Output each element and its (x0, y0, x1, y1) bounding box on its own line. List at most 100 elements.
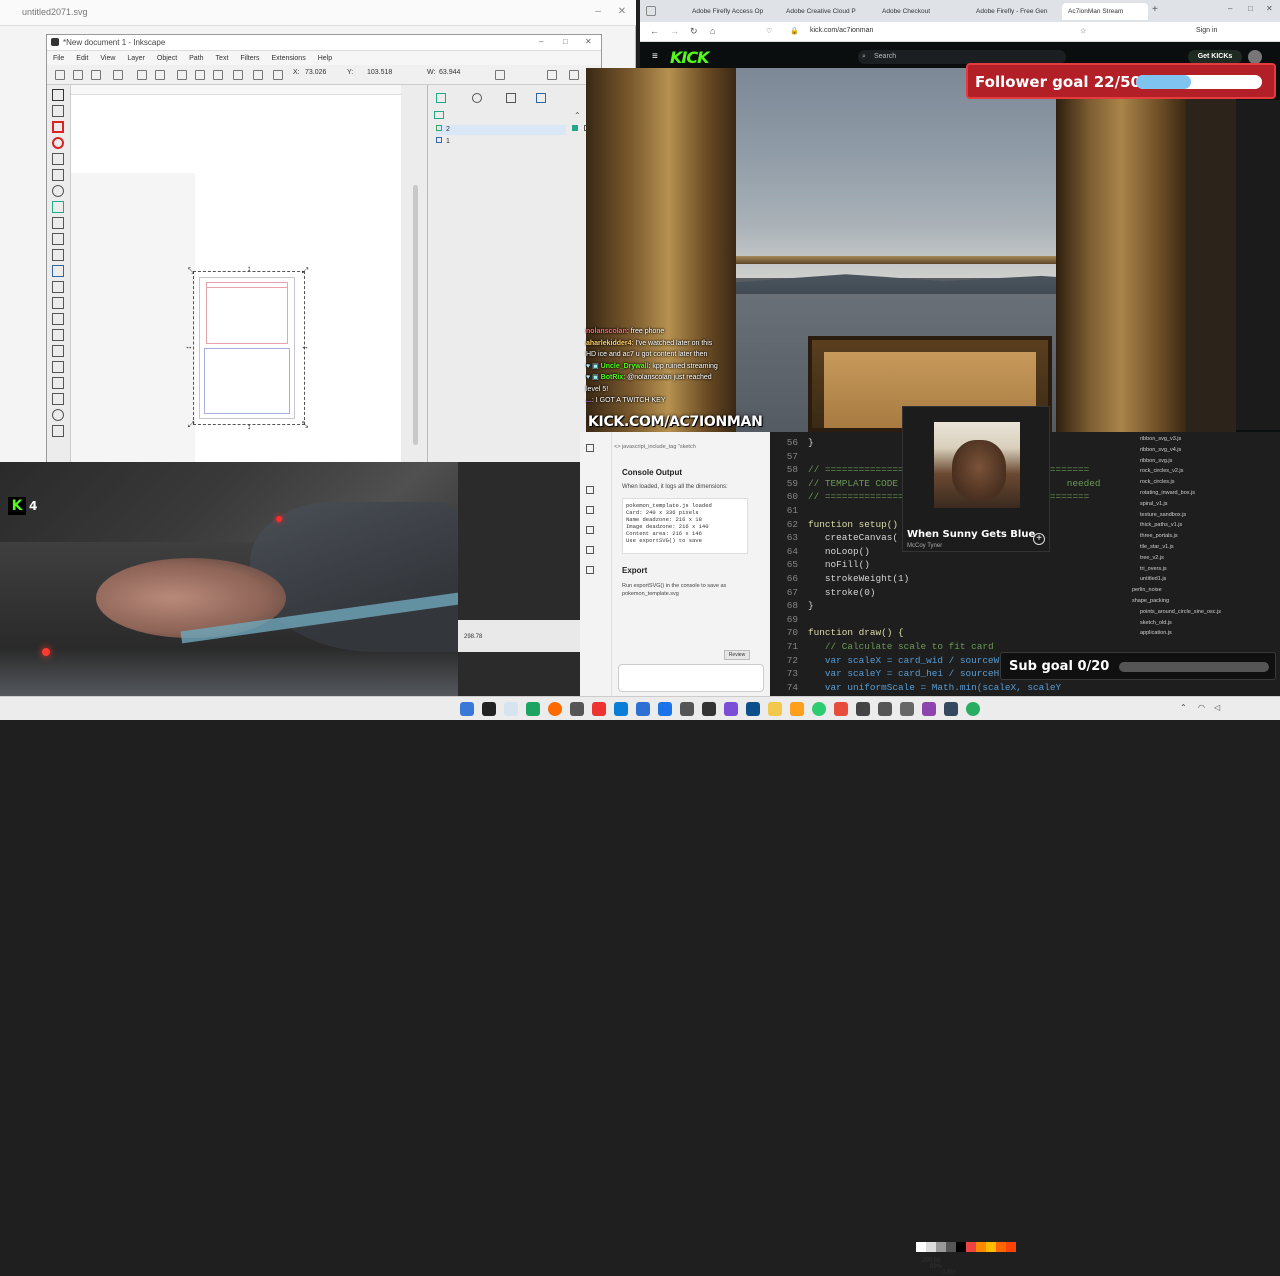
file-tree-item[interactable]: ribbon_svg_v4.js (1132, 447, 1181, 453)
content-area-rect[interactable] (204, 348, 290, 414)
tweak-tool-icon[interactable] (52, 329, 64, 341)
url-field[interactable]: kick.com/ac7ionman (810, 27, 873, 34)
wifi-icon[interactable]: ◠ (1198, 703, 1205, 712)
add-layer-icon[interactable] (436, 93, 446, 103)
layer-row[interactable]: 2 (436, 125, 566, 135)
pen-icon[interactable] (586, 486, 594, 494)
image-icon[interactable] (586, 526, 594, 534)
gradient-tool-icon[interactable] (52, 265, 64, 277)
attach-icon[interactable] (586, 444, 594, 452)
file-explorer-taskbar-icon[interactable] (768, 702, 782, 716)
text-icon[interactable] (586, 506, 594, 514)
add-icon[interactable]: + (1033, 533, 1045, 545)
new-object-icon[interactable] (434, 111, 444, 119)
distribute-icon[interactable] (273, 70, 283, 80)
flip-horizontal-icon[interactable] (137, 70, 147, 80)
ellipse-tool-icon[interactable] (52, 137, 64, 149)
kick-taskbar-icon[interactable] (482, 702, 496, 716)
file-tree-item[interactable]: perlin_noise (1132, 587, 1162, 593)
file-tree-item[interactable]: spiral_v1.js (1132, 501, 1168, 507)
tab-adobe-firefly-free[interactable]: Adobe Firefly - Free Gen (970, 3, 1060, 20)
image-deadzone-rect[interactable] (206, 282, 288, 344)
vscode-taskbar-icon[interactable] (614, 702, 628, 716)
scale-handle-ne[interactable]: ⤢ (301, 267, 309, 275)
review-button[interactable]: Review (724, 650, 750, 660)
code-line[interactable]: 72 var scaleX = card_wid / sourceW (776, 654, 1000, 668)
file-tree-item[interactable]: application.js (1132, 630, 1172, 636)
text-tool-icon[interactable] (52, 249, 64, 261)
align-right-icon[interactable] (253, 70, 263, 80)
align-center-icon[interactable] (233, 70, 243, 80)
app-taskbar-icon[interactable] (680, 702, 694, 716)
layer-row[interactable]: 1 (436, 137, 566, 147)
minimize-icon[interactable]: – (539, 37, 543, 46)
file-tree-item[interactable]: texture_sandbox.js (1132, 512, 1186, 518)
select-all-icon[interactable] (55, 70, 65, 80)
close-icon[interactable]: ✕ (585, 37, 592, 46)
flip-vertical-icon[interactable] (155, 70, 165, 80)
menu-edit[interactable]: Edit (76, 55, 88, 62)
lock-ratio-icon[interactable] (495, 70, 505, 80)
file-tree-item[interactable]: rock_circles_v2.js (1132, 468, 1183, 474)
code-line[interactable]: 65 noFill() (776, 558, 870, 572)
scale-handle-sw[interactable]: ⤢ (187, 421, 195, 429)
menu-view[interactable]: View (100, 55, 115, 62)
minimize-icon[interactable]: – (1228, 4, 1232, 13)
raise-to-top-icon[interactable] (177, 70, 187, 80)
align-left-icon[interactable] (213, 70, 223, 80)
code-line[interactable]: 62 function setup() { (776, 518, 910, 532)
code-line[interactable]: 64 noLoop() (776, 545, 870, 559)
eraser-tool-icon[interactable] (52, 361, 64, 373)
rotate-ccw-icon[interactable] (113, 70, 123, 80)
layers-icon[interactable] (586, 566, 594, 574)
code-line[interactable]: 70 function draw() { (776, 626, 904, 640)
bookmark-icon[interactable]: ☆ (1080, 27, 1086, 35)
tab-actions-icon[interactable] (646, 6, 656, 16)
app-taskbar-icon[interactable] (790, 702, 804, 716)
scale-handle-n[interactable]: ↕ (245, 265, 253, 273)
pages-tool-icon[interactable] (52, 425, 64, 437)
forward-icon[interactable]: → (670, 26, 679, 36)
menu-extensions[interactable]: Extensions (271, 55, 305, 62)
file-tree-item[interactable]: sketch_old.js (1132, 620, 1172, 626)
dropper-tool-icon[interactable] (52, 297, 64, 309)
app-taskbar-icon[interactable] (636, 702, 650, 716)
code-line[interactable]: 61 (776, 504, 808, 518)
scale-handle-e[interactable]: ↔ (301, 343, 309, 351)
code-line[interactable]: 73 var scaleY = card_hei / sourceH (776, 667, 1000, 681)
app-taskbar-icon[interactable] (900, 702, 914, 716)
selector-tool-icon[interactable] (52, 89, 64, 101)
code-line[interactable]: 68} (776, 599, 814, 613)
inkscape-taskbar-icon[interactable] (570, 702, 584, 716)
app-taskbar-icon[interactable] (724, 702, 738, 716)
canvas-scrollbar-vertical[interactable] (413, 185, 418, 445)
code-line[interactable]: 56} (776, 436, 814, 450)
refresh-icon[interactable] (569, 70, 579, 80)
avatar[interactable] (1248, 50, 1262, 64)
volume-icon[interactable]: ◁ (1214, 703, 1220, 712)
code-line[interactable]: 66 strokeWeight(1) (776, 572, 910, 586)
app-taskbar-icon[interactable] (922, 702, 936, 716)
app-taskbar-icon[interactable] (834, 702, 848, 716)
menu-filters[interactable]: Filters (240, 55, 259, 62)
code-line[interactable]: 67 stroke(0) (776, 586, 876, 600)
spray-tool-icon[interactable] (52, 345, 64, 357)
back-icon[interactable]: ← (650, 26, 659, 36)
dropdown-icon[interactable] (547, 70, 557, 80)
file-tree-item[interactable]: three_portals.js (1132, 533, 1178, 539)
app-taskbar-icon[interactable] (658, 702, 672, 716)
tab-adobe-firefly-access[interactable]: Adobe Firefly Access Op (686, 3, 774, 20)
kick-logo[interactable]: KICK (670, 48, 709, 67)
scale-handle-s[interactable]: ↕ (245, 423, 253, 431)
menu-object[interactable]: Object (157, 55, 177, 62)
code-line[interactable]: 57 (776, 450, 808, 464)
file-tree-item[interactable]: points_around_circle_sine_osc.js (1132, 609, 1221, 615)
chat-input[interactable] (618, 664, 764, 692)
close-icon[interactable]: ✕ (1266, 4, 1273, 13)
rectangle-tool-icon[interactable] (52, 121, 64, 133)
app-taskbar-icon[interactable] (592, 702, 606, 716)
deselect-icon[interactable] (91, 70, 101, 80)
file-tree-item[interactable]: thick_paths_v1.js (1132, 522, 1182, 528)
home-icon[interactable]: ⌂ (710, 26, 715, 36)
app-taskbar-icon[interactable] (702, 702, 716, 716)
